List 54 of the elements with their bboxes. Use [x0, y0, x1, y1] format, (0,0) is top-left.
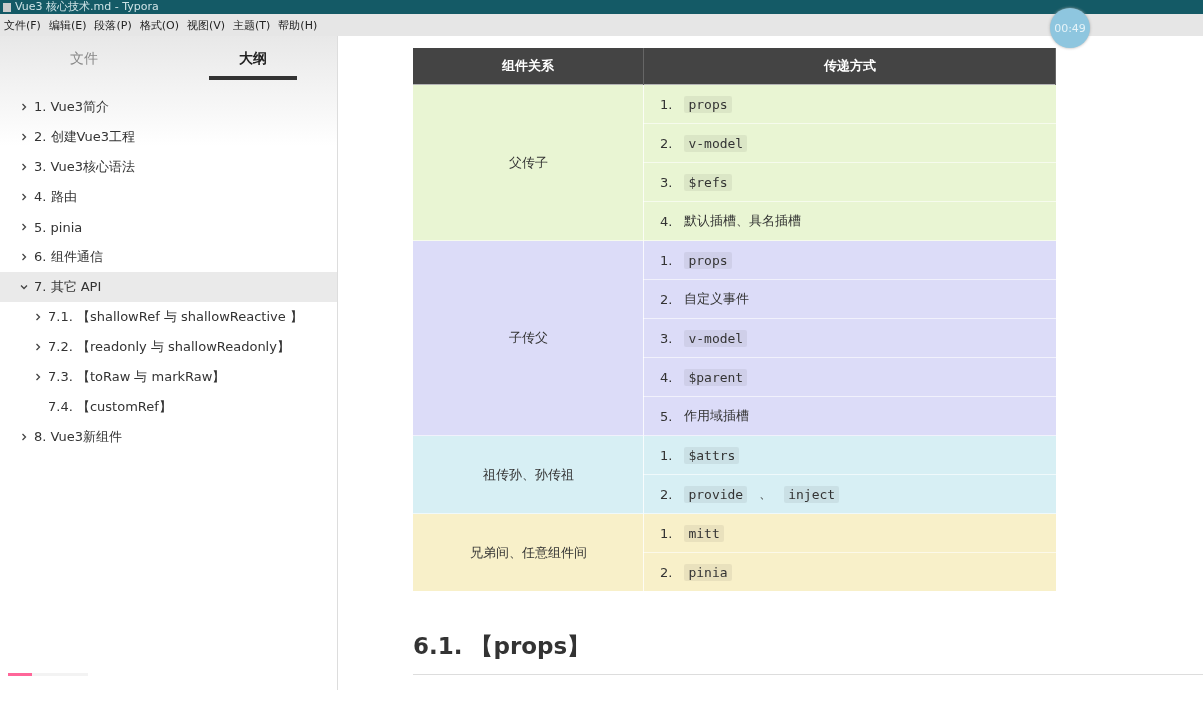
caret-right-icon[interactable] — [34, 313, 42, 321]
outline-item[interactable]: 7.2. 【readonly 与 shallowReadonly】 — [0, 332, 337, 362]
caret-right-icon[interactable] — [20, 253, 28, 261]
table-cell: 4. 默认插槽、具名插槽 — [643, 201, 1056, 241]
timer-badge: 00:49 — [1050, 8, 1090, 48]
caret-right-icon[interactable] — [20, 133, 28, 141]
outline-item[interactable]: 4. 路由 — [0, 182, 337, 212]
menu-item[interactable]: 主题(T) — [233, 17, 271, 33]
table-cell: 1. props — [643, 240, 1056, 280]
window-title: Vue3 核心技术.md - Typora — [15, 1, 159, 13]
table-cell: 祖传孙、孙传祖 — [413, 435, 644, 514]
menu-item[interactable]: 段落(P) — [94, 17, 132, 33]
outline-item[interactable]: 2. 创建Vue3工程 — [0, 122, 337, 152]
caret-right-icon[interactable] — [20, 223, 28, 231]
outline-item[interactable]: 7.3. 【toRaw 与 markRaw】 — [0, 362, 337, 392]
caret-right-icon[interactable] — [34, 373, 42, 381]
table-cell: 2. provide 、 inject — [643, 474, 1056, 514]
table-cell: 2. 自定义事件 — [643, 279, 1056, 319]
outline-item[interactable]: 8. Vue3新组件 — [0, 422, 337, 452]
sidebar-tab[interactable]: 大纲 — [168, 36, 337, 82]
document-icon — [3, 2, 11, 12]
outline-item[interactable]: 5. pinia — [0, 212, 337, 242]
table-cell: 1. $attrs — [643, 435, 1056, 475]
table-cell: 2. pinia — [643, 552, 1056, 591]
menu-item[interactable]: 格式(O) — [139, 17, 179, 33]
table-cell: 5. 作用域插槽 — [643, 396, 1056, 436]
table-cell: 1. mitt — [643, 513, 1056, 553]
caret-right-icon[interactable] — [34, 343, 42, 351]
outline-item[interactable]: 7.4. 【customRef】 — [0, 392, 337, 422]
outline-item[interactable]: 7. 其它 API — [0, 272, 337, 302]
table-cell: 子传父 — [413, 240, 644, 436]
menu-item[interactable]: 帮助(H) — [278, 17, 318, 33]
table-cell: 2. v-model — [643, 123, 1056, 163]
table-cell: 1. props — [643, 84, 1056, 124]
table-cell: 4. $parent — [643, 357, 1056, 397]
caret-right-icon[interactable] — [20, 163, 28, 171]
outline-item[interactable]: 1. Vue3简介 — [0, 92, 337, 122]
outline-item[interactable]: 7.1. 【shallowRef 与 shallowReactive 】 — [0, 302, 337, 332]
menu-item[interactable]: 文件(F) — [4, 17, 41, 33]
section-heading: 6.1. 【props】 — [413, 631, 1203, 675]
table-cell: 3. v-model — [643, 318, 1056, 358]
outline-item[interactable]: 3. Vue3核心语法 — [0, 152, 337, 182]
column-header: 组件关系 — [413, 48, 644, 85]
outline-item[interactable]: 6. 组件通信 — [0, 242, 337, 272]
caret-right-icon[interactable] — [20, 193, 28, 201]
caret-right-icon[interactable] — [20, 103, 28, 111]
menu-item[interactable]: 编辑(E) — [48, 17, 87, 33]
caret-down-icon[interactable] — [20, 283, 28, 291]
caret-right-icon[interactable] — [20, 433, 28, 441]
table-cell: 3. $refs — [643, 162, 1056, 202]
table-cell: 父传子 — [413, 84, 644, 241]
menu-item[interactable]: 视图(V) — [186, 17, 226, 33]
column-header: 传递方式 — [643, 48, 1056, 85]
table-cell: 兄弟间、任意组件间 — [413, 513, 644, 591]
